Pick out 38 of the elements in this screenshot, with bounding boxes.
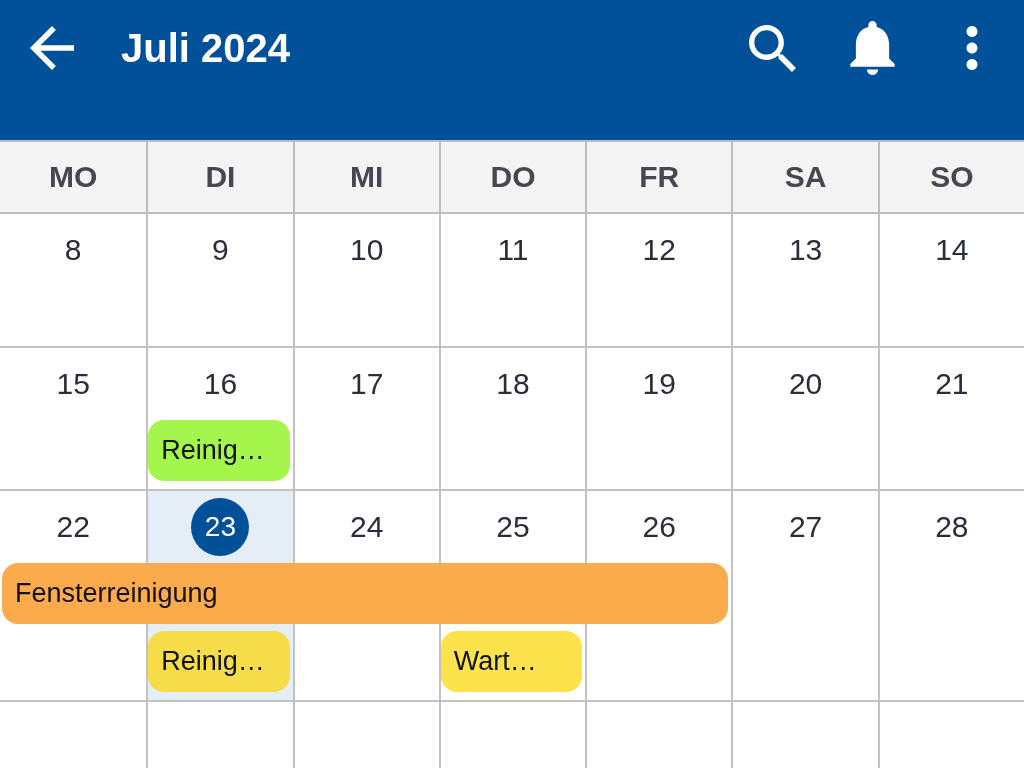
day-number[interactable]: 27 — [788, 498, 823, 556]
more-icon — [966, 26, 978, 70]
today-day-number[interactable]: 23 — [191, 498, 250, 556]
bell-icon — [849, 21, 895, 75]
event-chip[interactable]: Reinig… — [148, 420, 290, 481]
day-number[interactable]: 26 — [642, 498, 676, 556]
day-number[interactable]: 12 — [642, 221, 676, 279]
day-number[interactable]: 15 — [56, 355, 90, 413]
weekday-header: SA — [731, 142, 878, 212]
day-number[interactable]: 11 — [497, 221, 529, 279]
weekday-header: MI — [292, 142, 439, 212]
event-chip[interactable]: Wart… — [440, 631, 583, 692]
month-title: Juli 2024 — [121, 25, 290, 71]
day-number[interactable]: 10 — [350, 221, 384, 279]
day-number[interactable]: 24 — [350, 498, 384, 556]
day-number[interactable]: 20 — [788, 355, 823, 413]
weekday-header: DI — [146, 142, 293, 212]
search-icon — [748, 24, 796, 72]
back-arrow-icon — [30, 26, 74, 70]
weekday-header: FR — [585, 142, 732, 212]
day-number[interactable]: 28 — [935, 498, 969, 556]
day-number[interactable]: 22 — [56, 498, 90, 556]
day-number[interactable]: 25 — [496, 498, 530, 556]
weekday-header: MO — [47, 159, 99, 195]
event-chip[interactable]: Reinig… — [148, 631, 290, 692]
day-number[interactable]: 18 — [496, 355, 530, 413]
day-number[interactable]: 13 — [788, 221, 823, 279]
event-bar[interactable]: Fensterreinigung — [2, 563, 729, 624]
day-number[interactable]: 17 — [350, 355, 384, 413]
day-number[interactable]: 9 — [212, 221, 229, 279]
day-number[interactable]: 21 — [935, 355, 969, 413]
weekday-header: DO — [438, 142, 586, 212]
day-number[interactable]: 16 — [203, 355, 238, 413]
day-number[interactable]: 8 — [64, 221, 82, 279]
weekday-header: SO — [877, 142, 1024, 212]
back-button[interactable] — [29, 25, 75, 71]
day-number[interactable]: 19 — [642, 355, 676, 413]
day-number[interactable]: 14 — [935, 221, 969, 279]
